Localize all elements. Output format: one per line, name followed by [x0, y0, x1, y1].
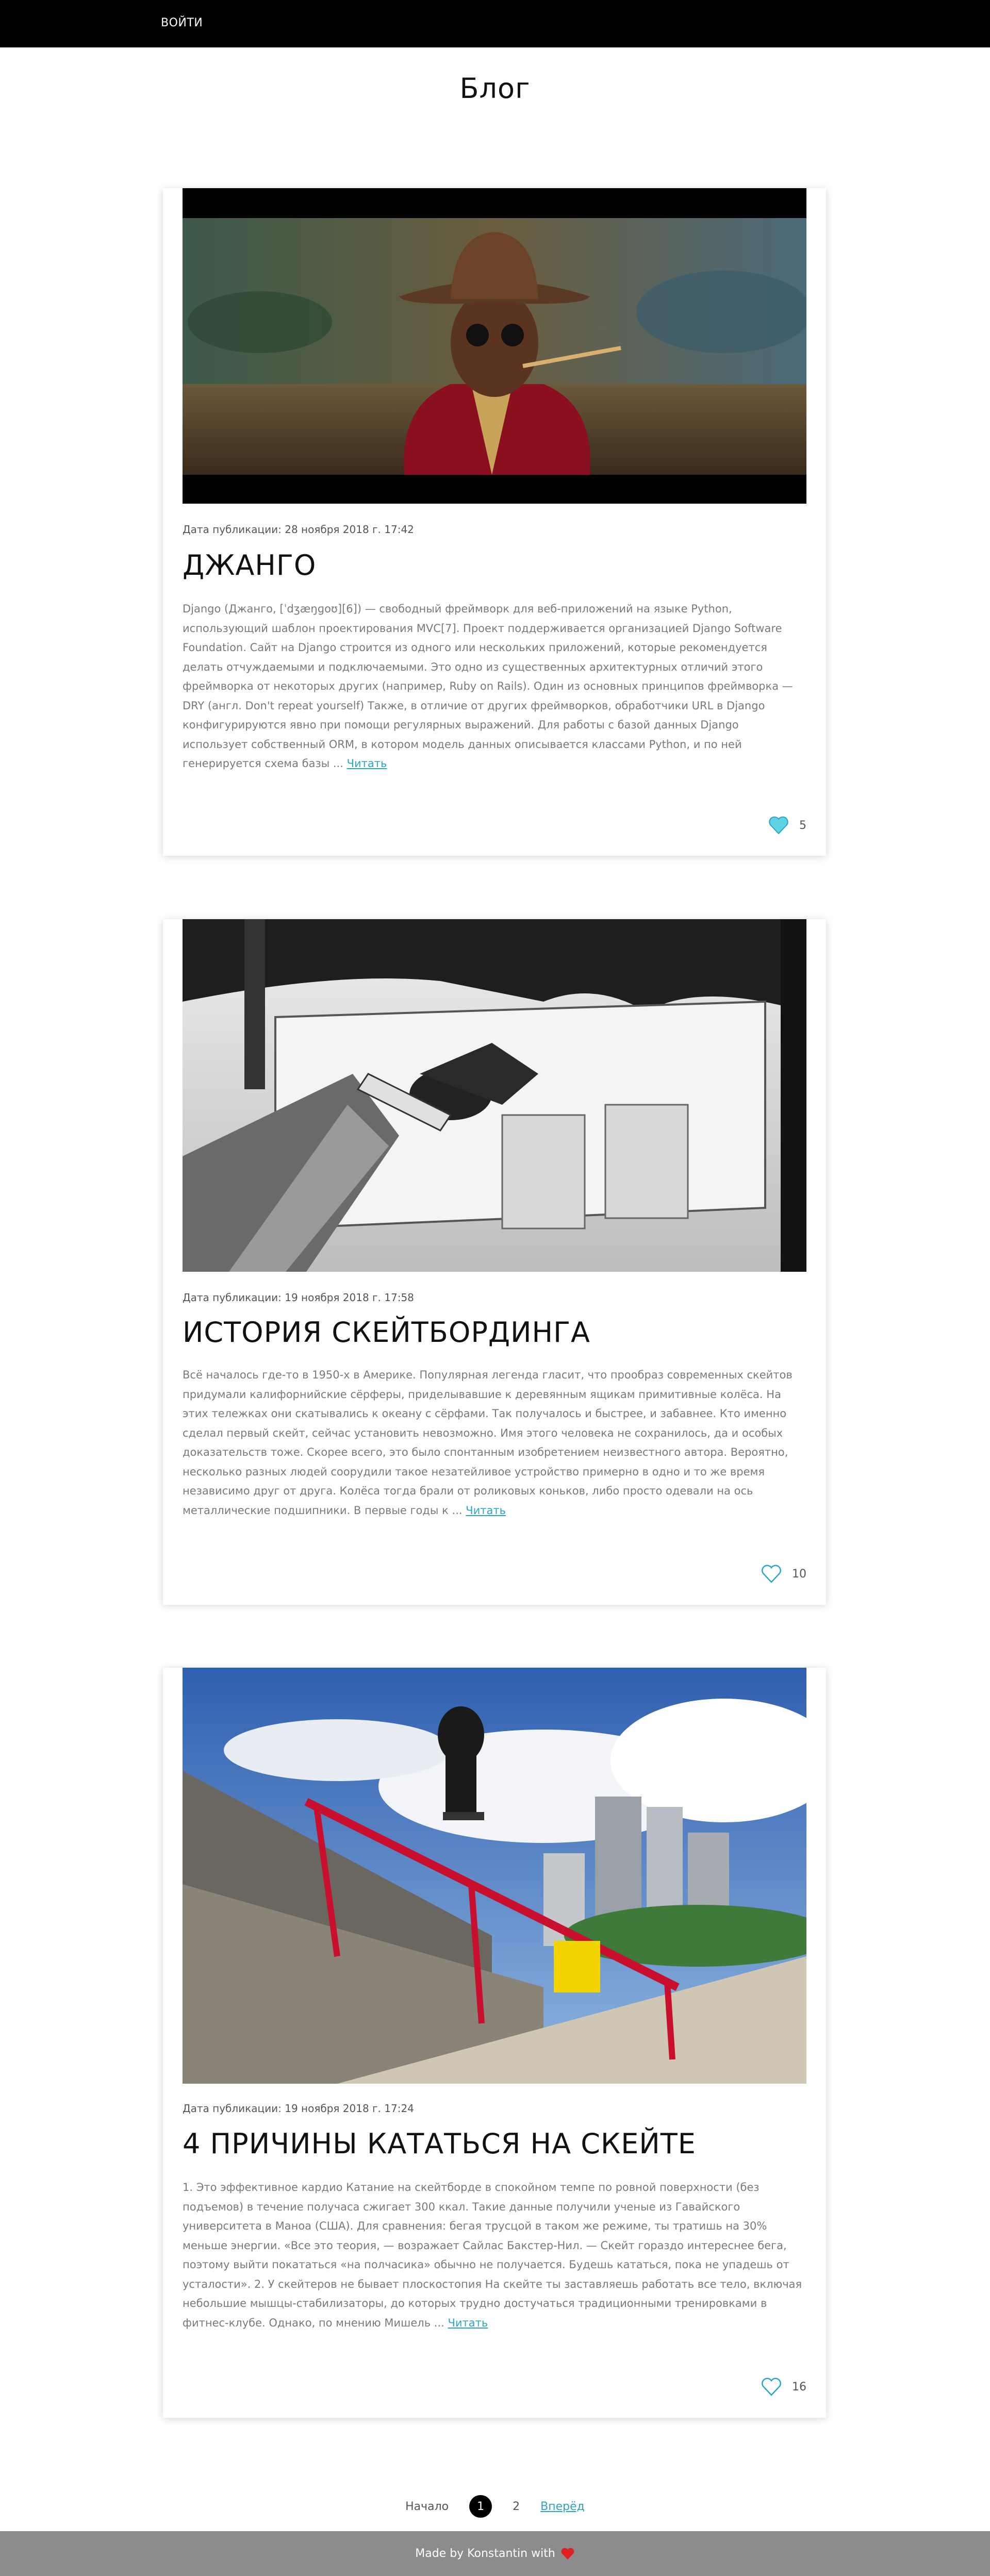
- read-more-link[interactable]: Читать: [347, 757, 387, 770]
- post-image[interactable]: [183, 919, 806, 1272]
- pagination-current-page[interactable]: 1: [469, 2495, 492, 2518]
- post-card: Дата публикации: 19 ноября 2018 г. 17:24…: [163, 1668, 826, 2418]
- post-card: Дата публикации: 28 ноября 2018 г. 17:42…: [163, 188, 826, 856]
- pagination-first[interactable]: Начало: [405, 2500, 449, 2513]
- skater-rail-image: [183, 1668, 806, 2084]
- post-excerpt-text: 1. Это эффективное кардио Катание на ске…: [183, 2181, 802, 2329]
- read-more-link[interactable]: Читать: [466, 1504, 506, 1517]
- post-card: Дата публикации: 19 ноября 2018 г. 17:58…: [163, 919, 826, 1605]
- footer-text: Made by Konstantin with: [415, 2547, 555, 2560]
- post-excerpt: Django (Джанго, [ˈdʒæŋɡoʊ][6]) — свободн…: [183, 600, 806, 774]
- skateboarder-image: [183, 919, 806, 1272]
- like-control: 10: [761, 1565, 806, 1583]
- pagination: Начало 1 2 Вперёд: [0, 2491, 990, 2522]
- post-excerpt: Всё началось где-то в 1950-х в Америке. …: [183, 1366, 806, 1520]
- post-image[interactable]: [183, 188, 806, 504]
- like-count: 16: [792, 2380, 806, 2394]
- page-title: Блог: [459, 72, 531, 105]
- like-count: 5: [799, 819, 806, 832]
- like-control: 5: [768, 816, 806, 835]
- post-date: Дата публикации: 19 ноября 2018 г. 17:24: [183, 2102, 414, 2115]
- like-count: 10: [792, 1567, 806, 1581]
- post-excerpt: 1. Это эффективное кардио Катание на ске…: [183, 2178, 806, 2333]
- post-title[interactable]: ДЖАНГО: [183, 549, 316, 581]
- pagination-next[interactable]: Вперёд: [540, 2500, 585, 2513]
- post-date: Дата публикации: 28 ноября 2018 г. 17:42: [183, 523, 414, 536]
- heart-icon[interactable]: [761, 2378, 782, 2396]
- top-navbar: ВОЙТИ: [0, 0, 990, 47]
- post-excerpt-text: Всё началось где-то в 1950-х в Америке. …: [183, 1369, 793, 1517]
- pagination-page-2[interactable]: 2: [513, 2500, 520, 2513]
- post-title[interactable]: ИСТОРИЯ СКЕЙТБОРДИНГА: [183, 1316, 590, 1349]
- heart-icon[interactable]: [768, 816, 789, 835]
- post-excerpt-text: Django (Джанго, [ˈdʒæŋɡoʊ][6]) — свободн…: [183, 603, 793, 770]
- read-more-link[interactable]: Читать: [448, 2317, 488, 2329]
- heart-icon: [561, 2548, 574, 2560]
- login-link[interactable]: ВОЙТИ: [161, 16, 203, 29]
- like-control: 16: [761, 2378, 806, 2396]
- post-title[interactable]: 4 ПРИЧИНЫ КАТАТЬСЯ НА СКЕЙТЕ: [183, 2128, 696, 2160]
- post-date: Дата публикации: 19 ноября 2018 г. 17:58: [183, 1291, 414, 1304]
- post-image[interactable]: [183, 1668, 806, 2084]
- heart-icon[interactable]: [761, 1565, 782, 1583]
- footer: Made by Konstantin with: [0, 2531, 990, 2576]
- cowboy-portrait-image: [183, 188, 806, 504]
